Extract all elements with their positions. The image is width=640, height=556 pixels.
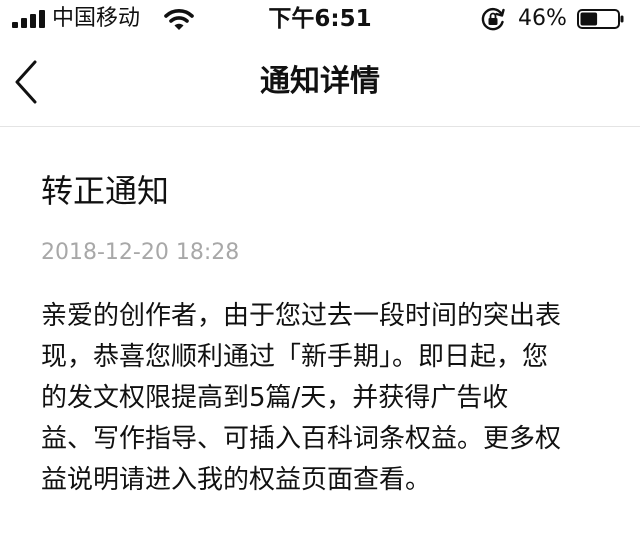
- navigation-bar: 通知详情: [0, 38, 640, 127]
- notice-body-line: 益说明请进入我的权益页面查看。: [41, 465, 432, 495]
- notice-title: 转正通知: [41, 172, 170, 210]
- rotation-lock-icon: [481, 7, 505, 31]
- notice-body-line: 现，恭喜您顺利通过「新手期」。即日起，您: [41, 342, 549, 372]
- battery-percentage: 46%: [518, 6, 567, 31]
- notice-body-line: 益、写作指导、可插入百科词条权益。更多权: [41, 424, 562, 454]
- notice-body-line: 亲爱的创作者，由于您过去一段时间的突出表: [41, 301, 562, 331]
- notice-date: 2018-12-20 18:28: [41, 240, 240, 265]
- battery-icon: [577, 9, 624, 29]
- battery-level-fill: [580, 12, 598, 26]
- status-bar: 中国移动 下午6:51 46%: [0, 0, 640, 38]
- page-title: 通知详情: [260, 64, 380, 99]
- notice-body: 亲爱的创作者，由于您过去一段时间的突出表 现，恭喜您顺利通过「新手期」。即日起，…: [41, 296, 611, 501]
- notice-body-line: 的发文权限提高到5篇/天，并获得广告收: [41, 383, 509, 413]
